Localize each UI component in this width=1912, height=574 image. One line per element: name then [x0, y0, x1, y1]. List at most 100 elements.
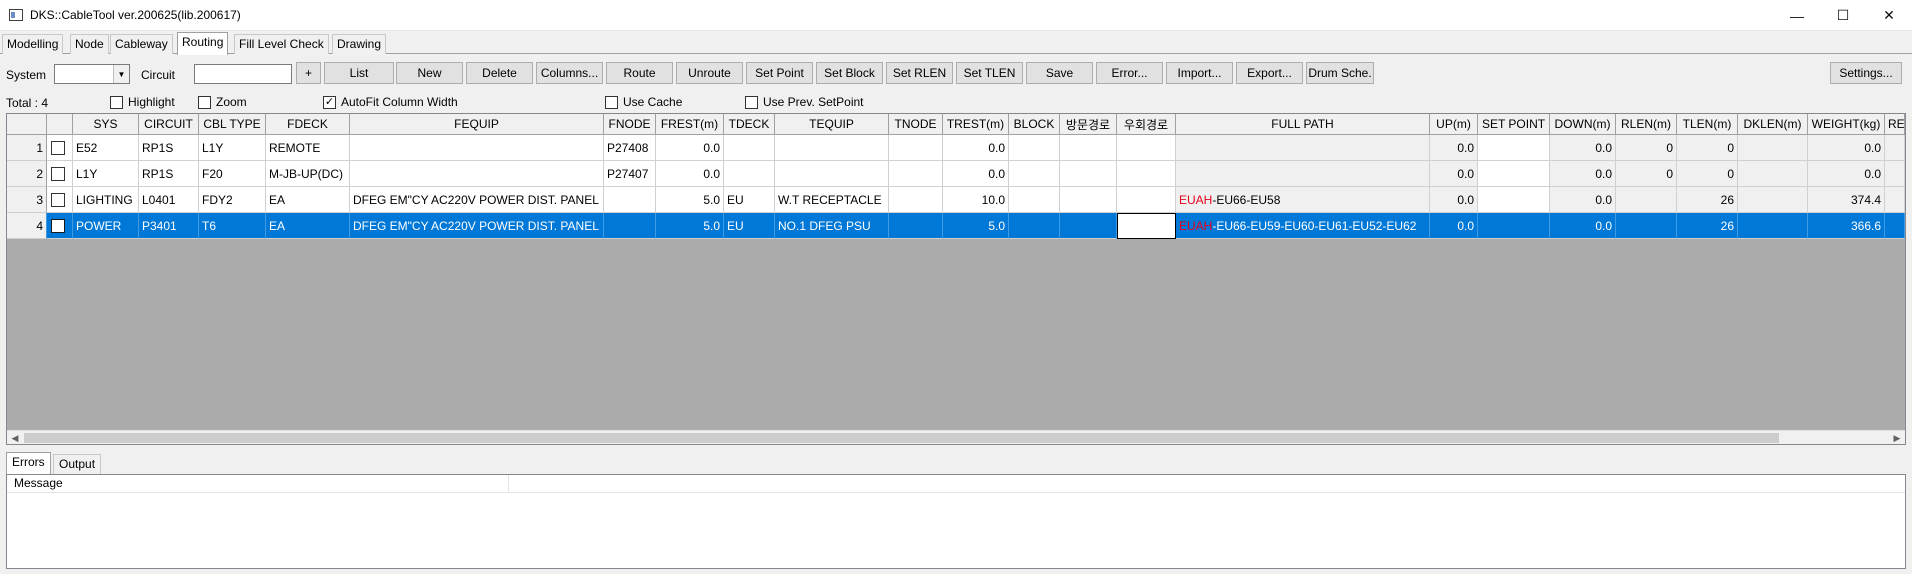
cell-tequip[interactable]: W.T RECEPTACLE: [775, 187, 889, 213]
cell-set-point[interactable]: [1478, 161, 1550, 187]
cell-fdeck[interactable]: EA: [266, 187, 350, 213]
cell-weight[interactable]: 374.4: [1808, 187, 1885, 213]
cell-frest[interactable]: 5.0: [656, 187, 724, 213]
header-up[interactable]: UP(m): [1430, 114, 1478, 135]
cell-dklen[interactable]: [1738, 187, 1808, 213]
cell-visit-path[interactable]: [1060, 161, 1117, 187]
cell-circuit[interactable]: P3401: [139, 213, 199, 239]
cell-fnode[interactable]: P27407: [604, 161, 656, 187]
cell-trest[interactable]: 0.0: [943, 135, 1009, 161]
cell-tnode[interactable]: [889, 135, 943, 161]
chevron-down-icon[interactable]: ▼: [113, 65, 129, 83]
set-point-button[interactable]: Set Point: [746, 62, 813, 84]
route-button[interactable]: Route: [606, 62, 673, 84]
cell-bypass-path[interactable]: [1117, 135, 1176, 161]
use-prev-setpoint-checkbox[interactable]: [745, 95, 758, 109]
cell-trest[interactable]: 10.0: [943, 187, 1009, 213]
cell-re[interactable]: [1885, 135, 1905, 161]
settings-button[interactable]: Settings...: [1830, 62, 1902, 84]
use-cache-checkbox[interactable]: [605, 95, 618, 109]
cell-tdeck[interactable]: [724, 161, 775, 187]
unroute-button[interactable]: Unroute: [676, 62, 743, 84]
header-fequip[interactable]: FEQUIP: [350, 114, 604, 135]
cell-full-path[interactable]: EUAH -EU66-EU58: [1176, 187, 1430, 213]
cell-tnode[interactable]: [889, 161, 943, 187]
cell-block[interactable]: [1009, 161, 1060, 187]
header-block[interactable]: BLOCK: [1009, 114, 1060, 135]
cell-fdeck[interactable]: M-JB-UP(DC): [266, 161, 350, 187]
cell-sys[interactable]: LIGHTING: [73, 187, 139, 213]
cell-cbl-type[interactable]: FDY2: [199, 187, 266, 213]
tab-node[interactable]: Node: [70, 34, 109, 54]
header-bypass-path[interactable]: 우회경로: [1117, 114, 1176, 135]
row-select-checkbox[interactable]: [51, 166, 65, 181]
cell-fdeck[interactable]: EA: [266, 213, 350, 239]
row-select-checkbox[interactable]: [51, 140, 65, 155]
cell-fequip[interactable]: DFEG EM"CY AC220V POWER DIST. PANEL: [350, 213, 604, 239]
cell-set-point[interactable]: [1478, 213, 1550, 239]
cell-block[interactable]: [1009, 187, 1060, 213]
tab-routing[interactable]: Routing: [177, 32, 229, 55]
highlight-option[interactable]: Highlight: [110, 95, 175, 109]
cell-down[interactable]: 0.0: [1550, 213, 1616, 239]
tab-cableway[interactable]: Cableway: [110, 34, 173, 54]
delete-button[interactable]: Delete: [466, 62, 533, 84]
use-prev-setpoint-option[interactable]: Use Prev. SetPoint: [745, 95, 864, 109]
maximize-button[interactable]: ☐: [1820, 0, 1866, 31]
autofit-option[interactable]: ✓ AutoFit Column Width: [323, 95, 458, 109]
cell-block[interactable]: [1009, 213, 1060, 239]
cell-tequip[interactable]: [775, 161, 889, 187]
cell-visit-path[interactable]: [1060, 135, 1117, 161]
cell-re[interactable]: [1885, 187, 1905, 213]
cell-fequip[interactable]: DFEG EM"CY AC220V POWER DIST. PANEL: [350, 187, 604, 213]
row-select-checkbox[interactable]: [51, 192, 65, 207]
tab-output[interactable]: Output: [53, 454, 102, 474]
tab-fill-level-check[interactable]: Fill Level Check: [234, 34, 329, 54]
cell-up[interactable]: 0.0: [1430, 135, 1478, 161]
add-circuit-button[interactable]: +: [296, 62, 321, 84]
cell-full-path[interactable]: EUAH -EU66-EU59-EU60-EU61-EU52-EU62: [1176, 213, 1430, 239]
cell-tdeck[interactable]: EU: [724, 187, 775, 213]
drum-schedule-button[interactable]: Drum Sche.: [1306, 62, 1374, 84]
tab-errors[interactable]: Errors: [6, 452, 51, 475]
header-sys[interactable]: SYS: [73, 114, 139, 135]
cell-rlen[interactable]: [1616, 213, 1677, 239]
routing-grid[interactable]: SYS CIRCUIT CBL TYPE FDECK FEQUIP FNODE …: [6, 113, 1906, 445]
row-select-checkbox[interactable]: [51, 218, 65, 233]
cell-dklen[interactable]: [1738, 161, 1808, 187]
cell-re[interactable]: [1885, 213, 1905, 239]
cell-weight[interactable]: 0.0: [1808, 161, 1885, 187]
cell-tlen[interactable]: 26: [1677, 187, 1738, 213]
list-button[interactable]: List: [324, 62, 394, 84]
tab-modelling[interactable]: Modelling: [2, 34, 64, 54]
cell-trest[interactable]: 0.0: [943, 161, 1009, 187]
table-row[interactable]: 2 L1Y RP1S F20 M-JB-UP(DC) P27407 0.0 0.0 0.0 0.0…: [7, 161, 1905, 187]
autofit-checkbox[interactable]: ✓: [323, 95, 336, 109]
cell-up[interactable]: 0.0: [1430, 187, 1478, 213]
message-column-header[interactable]: Message: [7, 475, 509, 493]
cell-fnode[interactable]: [604, 187, 656, 213]
cell-frest[interactable]: 0.0: [656, 161, 724, 187]
row-checkbox[interactable]: [47, 187, 73, 213]
cell-rlen[interactable]: 0: [1616, 135, 1677, 161]
cell-tlen[interactable]: 0: [1677, 135, 1738, 161]
cell-up[interactable]: 0.0: [1430, 213, 1478, 239]
header-weight[interactable]: WEIGHT(kg): [1808, 114, 1885, 135]
use-cache-option[interactable]: Use Cache: [605, 95, 682, 109]
header-down[interactable]: DOWN(m): [1550, 114, 1616, 135]
cell-down[interactable]: 0.0: [1550, 135, 1616, 161]
cell-bypass-path[interactable]: [1117, 187, 1176, 213]
cell-re[interactable]: [1885, 161, 1905, 187]
header-rlen[interactable]: RLEN(m): [1616, 114, 1677, 135]
cell-rlen[interactable]: 0: [1616, 161, 1677, 187]
save-button[interactable]: Save: [1026, 62, 1093, 84]
cell-tequip[interactable]: NO.1 DFEG PSU: [775, 213, 889, 239]
scroll-right-icon[interactable]: ▶: [1889, 431, 1905, 444]
cell-sys[interactable]: L1Y: [73, 161, 139, 187]
cell-fequip[interactable]: [350, 161, 604, 187]
cell-bypass-path[interactable]: [1117, 213, 1176, 239]
row-checkbox[interactable]: [47, 161, 73, 187]
cell-tequip[interactable]: [775, 135, 889, 161]
cell-tlen[interactable]: 26: [1677, 213, 1738, 239]
cell-trest[interactable]: 5.0: [943, 213, 1009, 239]
